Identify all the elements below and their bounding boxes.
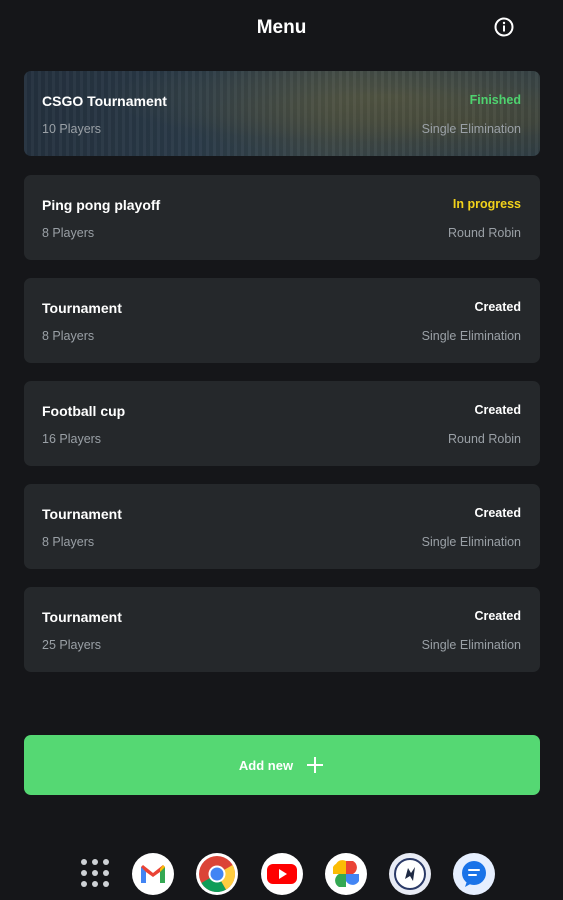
chrome-icon[interactable] xyxy=(196,853,238,895)
tournament-name: Tournament xyxy=(42,506,122,522)
app-bar: Menu xyxy=(0,0,563,56)
messages-icon[interactable] xyxy=(453,853,495,895)
tournament-card[interactable]: Football cup 16 Players Created Round Ro… xyxy=(24,381,540,466)
tournament-name: Tournament xyxy=(42,609,122,625)
tournament-players: 16 Players xyxy=(42,432,102,446)
tournament-card[interactable]: Tournament 8 Players Created Single Elim… xyxy=(24,484,540,569)
add-new-label: Add new xyxy=(238,757,294,773)
tournament-card[interactable]: Tournament 25 Players Created Single Eli… xyxy=(24,587,540,672)
tournament-card[interactable]: Ping pong playoff 8 Players In progress … xyxy=(24,175,540,260)
info-icon xyxy=(494,17,514,37)
info-button[interactable] xyxy=(493,16,515,38)
plus-icon xyxy=(307,757,324,773)
page-title: Menu xyxy=(256,17,307,38)
photos-icon[interactable] xyxy=(325,853,367,895)
tournament-format: Single Elimination xyxy=(421,329,521,343)
youtube-icon[interactable] xyxy=(261,853,303,895)
tournament-status: Created xyxy=(474,403,521,417)
tournament-name: Ping pong playoff xyxy=(42,197,161,213)
tournament-players: 10 Players xyxy=(42,122,102,136)
tournament-players: 25 Players xyxy=(42,638,102,652)
tournament-status: Created xyxy=(474,609,521,623)
tournament-players: 8 Players xyxy=(42,535,95,549)
tournament-format: Round Robin xyxy=(448,226,521,240)
tournament-format: Single Elimination xyxy=(421,122,521,136)
tournament-status: Created xyxy=(474,506,521,520)
tournament-status: Finished xyxy=(469,93,521,107)
tournament-card[interactable]: Tournament 8 Players Created Single Elim… xyxy=(24,278,540,363)
tournament-players: 8 Players xyxy=(42,329,95,343)
app-dock xyxy=(0,845,563,900)
add-new-button[interactable]: Add new xyxy=(24,735,540,795)
tournament-name: CSGO Tournament xyxy=(42,93,167,109)
screen: Menu CSGO Tournament 10 Players Finished… xyxy=(0,0,563,900)
tournament-card[interactable]: CSGO Tournament 10 Players Finished Sing… xyxy=(24,71,540,156)
tournament-name: Football cup xyxy=(42,403,126,419)
tournament-format: Round Robin xyxy=(448,432,521,446)
tournament-format: Single Elimination xyxy=(421,638,521,652)
gmail-icon[interactable] xyxy=(132,853,174,895)
tournament-players: 8 Players xyxy=(42,226,95,240)
tournament-status: In progress xyxy=(452,197,521,211)
app-icon[interactable] xyxy=(389,853,431,895)
tournament-name: Tournament xyxy=(42,300,122,316)
app-drawer-icon[interactable] xyxy=(80,858,110,888)
tournament-status: Created xyxy=(474,300,521,314)
tournament-format: Single Elimination xyxy=(421,535,521,549)
